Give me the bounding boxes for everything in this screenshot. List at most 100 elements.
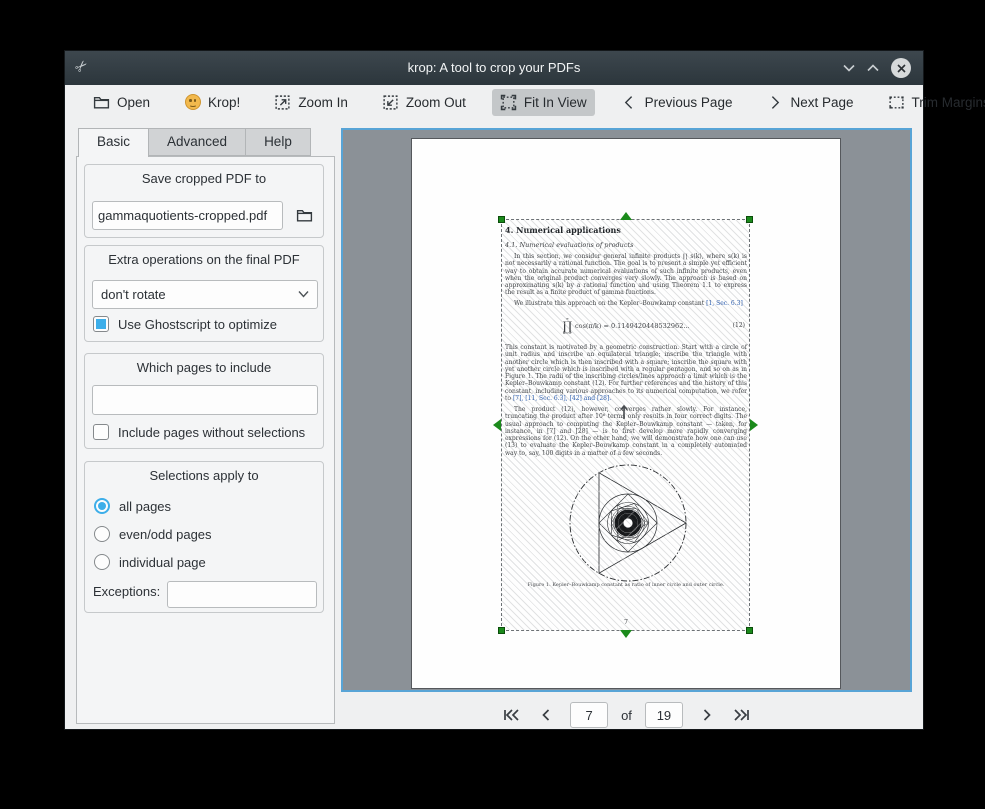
radio-all-pages[interactable]: all pages bbox=[94, 498, 171, 514]
ghostscript-checkbox[interactable] bbox=[93, 316, 109, 332]
product-symbol: ∞ ∏ k=3 bbox=[562, 317, 572, 335]
tab-bar: Basic Advanced Help bbox=[79, 128, 311, 157]
crop-handle-left[interactable] bbox=[493, 419, 501, 431]
include-pages-label: Include pages without selections bbox=[118, 425, 305, 440]
radio-icon[interactable] bbox=[94, 526, 110, 542]
close-button[interactable] bbox=[891, 58, 911, 78]
zoom-out-icon bbox=[382, 94, 399, 111]
crop-handle-bottom-right[interactable] bbox=[746, 627, 753, 634]
chevron-up-icon bbox=[867, 64, 879, 72]
pdf-citation: [1, Sec. 6.3] bbox=[706, 300, 743, 307]
fit-in-view-icon bbox=[500, 94, 517, 111]
pdf-paragraph: We illustrate this approach on the Keple… bbox=[505, 300, 747, 307]
current-page-input[interactable] bbox=[570, 702, 608, 728]
tab-advanced[interactable]: Advanced bbox=[148, 128, 246, 156]
save-group-title: Save cropped PDF to bbox=[85, 171, 323, 186]
radio-icon[interactable] bbox=[94, 498, 110, 514]
rotate-dropdown-value: don't rotate bbox=[101, 287, 166, 302]
next-page-nav-button[interactable] bbox=[696, 704, 718, 726]
titlebar[interactable]: ✂ krop: A tool to crop your PDFs bbox=[65, 51, 923, 85]
window-title: krop: A tool to crop your PDFs bbox=[65, 51, 923, 85]
toolbar-label: Fit In View bbox=[524, 95, 587, 110]
radio-label: individual page bbox=[119, 555, 206, 570]
toolbar-label: Previous Page bbox=[645, 95, 733, 110]
chevron-left-icon bbox=[538, 707, 554, 723]
radio-individual-page[interactable]: individual page bbox=[94, 554, 206, 570]
trim-margins-icon bbox=[888, 94, 905, 111]
crop-handle-top[interactable] bbox=[620, 212, 632, 220]
pdf-subsection-heading: 4.1. Numerical evaluations of products bbox=[505, 241, 747, 249]
browse-file-button[interactable] bbox=[292, 203, 316, 227]
pdf-paragraph: This constant is motivated by a geometri… bbox=[505, 344, 747, 402]
tab-help[interactable]: Help bbox=[245, 128, 311, 156]
zoom-in-button[interactable]: Zoom In bbox=[266, 89, 356, 116]
exceptions-input[interactable] bbox=[167, 581, 317, 608]
chevron-down-icon bbox=[298, 290, 309, 298]
toolbar-label: Zoom In bbox=[298, 95, 348, 110]
pdf-citation: [7], [11, Sec. 6.3], [42] and [28]. bbox=[513, 395, 611, 402]
save-group: Save cropped PDF to bbox=[84, 164, 324, 238]
toolbar-label: Krop! bbox=[208, 95, 240, 110]
next-page-button[interactable]: Next Page bbox=[758, 89, 861, 116]
total-pages-field[interactable] bbox=[645, 702, 683, 728]
zoom-in-icon bbox=[274, 94, 291, 111]
tab-basic[interactable]: Basic bbox=[78, 128, 149, 157]
trim-margins-button[interactable]: Trim Margins bbox=[880, 89, 985, 116]
maximize-button[interactable] bbox=[863, 58, 883, 78]
mouse-cursor bbox=[619, 404, 629, 421]
pdf-viewer[interactable]: 4. Numerical applications 4.1. Numerical… bbox=[341, 128, 912, 692]
page-of-label: of bbox=[621, 708, 632, 723]
exceptions-label: Exceptions: bbox=[93, 584, 160, 599]
operations-group-title: Extra operations on the final PDF bbox=[85, 252, 323, 267]
selections-group-title: Selections apply to bbox=[85, 468, 323, 483]
toolbar-label: Open bbox=[117, 95, 150, 110]
pdf-section-heading: 4. Numerical applications bbox=[505, 225, 747, 235]
pdf-text: This constant is motivated by a geometri… bbox=[505, 344, 747, 402]
first-page-button[interactable] bbox=[500, 704, 522, 726]
close-icon bbox=[897, 64, 906, 73]
equation-number: (12) bbox=[733, 322, 745, 329]
crop-handle-right[interactable] bbox=[750, 419, 758, 431]
include-pages-option[interactable]: Include pages without selections bbox=[93, 424, 305, 440]
pdf-page[interactable]: 4. Numerical applications 4.1. Numerical… bbox=[411, 138, 841, 689]
minimize-button[interactable] bbox=[839, 58, 859, 78]
radio-label: all pages bbox=[119, 499, 171, 514]
toolbar-label: Trim Margins bbox=[912, 95, 985, 110]
chevron-right-icon bbox=[766, 94, 783, 111]
krop-button[interactable]: Krop! bbox=[176, 89, 248, 116]
zoom-out-button[interactable]: Zoom Out bbox=[374, 89, 474, 116]
radio-even-odd-pages[interactable]: even/odd pages bbox=[94, 526, 212, 542]
ghostscript-option[interactable]: Use Ghostscript to optimize bbox=[93, 316, 277, 332]
filename-input[interactable] bbox=[92, 201, 283, 230]
fit-in-view-button[interactable]: Fit In View bbox=[492, 89, 595, 116]
crop-selection[interactable]: 4. Numerical applications 4.1. Numerical… bbox=[501, 219, 750, 631]
exceptions-row: Exceptions: bbox=[93, 584, 160, 599]
folder-icon bbox=[93, 94, 110, 111]
crop-handle-bottom[interactable] bbox=[620, 630, 632, 638]
go-last-icon bbox=[732, 707, 752, 723]
folder-icon bbox=[296, 207, 313, 224]
go-first-icon bbox=[501, 707, 521, 723]
toolbar-label: Next Page bbox=[790, 95, 853, 110]
toolbar: Open Krop! Zoom In Zoom Out Fit In View bbox=[65, 85, 923, 119]
pdf-text: We illustrate this approach on the Keple… bbox=[514, 300, 706, 307]
crop-handle-bottom-left[interactable] bbox=[498, 627, 505, 634]
pdf-page-number: 7 bbox=[505, 619, 747, 626]
toolbar-label: Zoom Out bbox=[406, 95, 466, 110]
previous-page-nav-button[interactable] bbox=[535, 704, 557, 726]
rotate-dropdown[interactable]: don't rotate bbox=[92, 280, 318, 309]
page-navigation: of bbox=[341, 701, 912, 729]
pdf-paragraph: In this section, we consider general inf… bbox=[505, 253, 747, 297]
include-pages-checkbox[interactable] bbox=[93, 424, 109, 440]
previous-page-button[interactable]: Previous Page bbox=[613, 89, 741, 116]
crop-handle-top-right[interactable] bbox=[746, 216, 753, 223]
smiley-icon bbox=[184, 94, 201, 111]
crop-handle-top-left[interactable] bbox=[498, 216, 505, 223]
pdf-formula: ∞ ∏ k=3 cos(π/k) = 0.1149420448532962...… bbox=[505, 314, 747, 338]
pages-group: Which pages to include Include pages wit… bbox=[84, 353, 324, 449]
formula-body: cos(π/k) = 0.1149420448532962... bbox=[575, 322, 690, 330]
last-page-button[interactable] bbox=[731, 704, 753, 726]
open-button[interactable]: Open bbox=[85, 89, 158, 116]
pages-input[interactable] bbox=[92, 385, 318, 415]
radio-icon[interactable] bbox=[94, 554, 110, 570]
